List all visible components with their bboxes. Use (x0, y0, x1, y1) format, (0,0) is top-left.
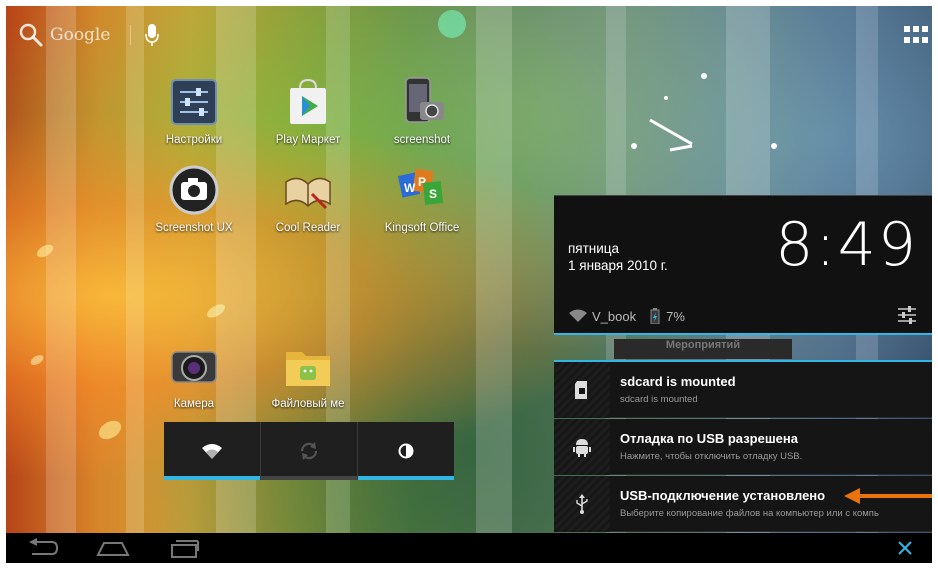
search-icon (19, 23, 43, 47)
notification-panel: пятница 1 января 2010 г. 8:49 V_book 7% (554, 195, 932, 533)
navigation-bar (6, 533, 932, 563)
sync-toggle[interactable] (261, 422, 358, 480)
app-label: Screenshot UX (155, 222, 233, 234)
app-cool-reader[interactable]: Cool Reader (260, 164, 356, 234)
app-camera[interactable]: Камера (146, 340, 242, 410)
usb-icon (576, 494, 588, 514)
notification-sdcard[interactable]: sdcard is mounted sdcard is mounted (554, 362, 932, 418)
status-row: V_book 7% (568, 308, 685, 324)
app-label: Play Маркет (275, 134, 341, 146)
wifi-toggle[interactable] (164, 422, 261, 480)
weekday: пятница (568, 241, 620, 256)
app-screenshot[interactable]: screenshot (374, 76, 470, 146)
app-screenshot-ux[interactable]: Screenshot UX (146, 164, 242, 234)
play-store-icon (282, 76, 334, 128)
home-icon[interactable] (94, 537, 132, 559)
phone-camera-icon (396, 76, 448, 128)
file-manager-icon (282, 340, 334, 392)
app-label: screenshot (393, 134, 451, 146)
clock-card: пятница 1 января 2010 г. 8:49 V_book 7% (554, 195, 932, 335)
notification-subtitle: sdcard is mounted (620, 394, 698, 405)
app-label: Настройки (165, 134, 223, 146)
app-label: Kingsoft Office (384, 222, 460, 234)
recent-apps-icon[interactable] (166, 537, 202, 559)
notification-title: Отладка по USB разрешена (620, 431, 798, 446)
svg-text:S: S (429, 187, 437, 201)
sync-icon (300, 442, 318, 460)
app-play-store[interactable]: Play Маркет (260, 76, 356, 146)
events-tab: Мероприятий (614, 339, 792, 359)
wifi-icon (202, 444, 222, 459)
svg-text:W: W (404, 181, 416, 195)
microphone-icon[interactable] (145, 23, 160, 47)
app-label: Файловый ме (271, 398, 345, 410)
power-control-widget (164, 422, 454, 480)
android-debug-icon (573, 439, 591, 457)
app-label: Cool Reader (275, 222, 341, 234)
wifi-name: V_book (592, 308, 637, 324)
battery-icon (650, 308, 660, 324)
date-block: пятница 1 января 2010 г. (568, 240, 668, 274)
notification-title: USB-подключение установлено (620, 488, 826, 503)
notification-subtitle: Нажмите, чтобы отключить отладку USB. (620, 451, 803, 462)
app-kingsoft-office[interactable]: W P S Kingsoft Office (374, 164, 470, 234)
search-divider (130, 25, 132, 45)
open-book-icon (282, 164, 334, 216)
all-apps-icon[interactable] (904, 26, 928, 44)
close-icon[interactable] (896, 539, 914, 557)
digital-time: 8:49 (775, 210, 918, 280)
camera-round-icon (168, 164, 220, 216)
camera-lens-icon (168, 340, 220, 392)
accent-line (554, 333, 932, 335)
full-date: 1 января 2010 г. (568, 258, 668, 273)
brightness-icon (398, 443, 414, 459)
app-settings[interactable]: Настройки (146, 76, 242, 146)
tablet-screen: Google Настройки Play Маркет screenshot … (6, 6, 932, 563)
settings-sliders-icon (168, 76, 220, 128)
wps-office-icon: W P S (396, 164, 448, 216)
google-search-bar[interactable]: Google (18, 18, 160, 52)
back-icon[interactable] (26, 537, 60, 559)
quick-settings-icon[interactable] (896, 304, 918, 326)
notification-usb-debugging[interactable]: Отладка по USB разрешена Нажмите, чтобы … (554, 419, 932, 475)
brightness-toggle[interactable] (358, 422, 454, 480)
app-file-manager[interactable]: Файловый ме (260, 340, 356, 410)
notification-subtitle: Выберите копирование файлов на компьютер… (620, 508, 879, 519)
google-label: Google (50, 25, 111, 45)
svg-text:P: P (418, 175, 426, 189)
notification-title: sdcard is mounted (620, 374, 736, 389)
clock-hands (649, 118, 693, 152)
app-label: Камера (173, 398, 215, 410)
sdcard-icon (575, 381, 587, 399)
battery-percent: 7% (666, 308, 685, 324)
annotation-arrow (844, 488, 932, 504)
wifi-icon (569, 309, 587, 322)
